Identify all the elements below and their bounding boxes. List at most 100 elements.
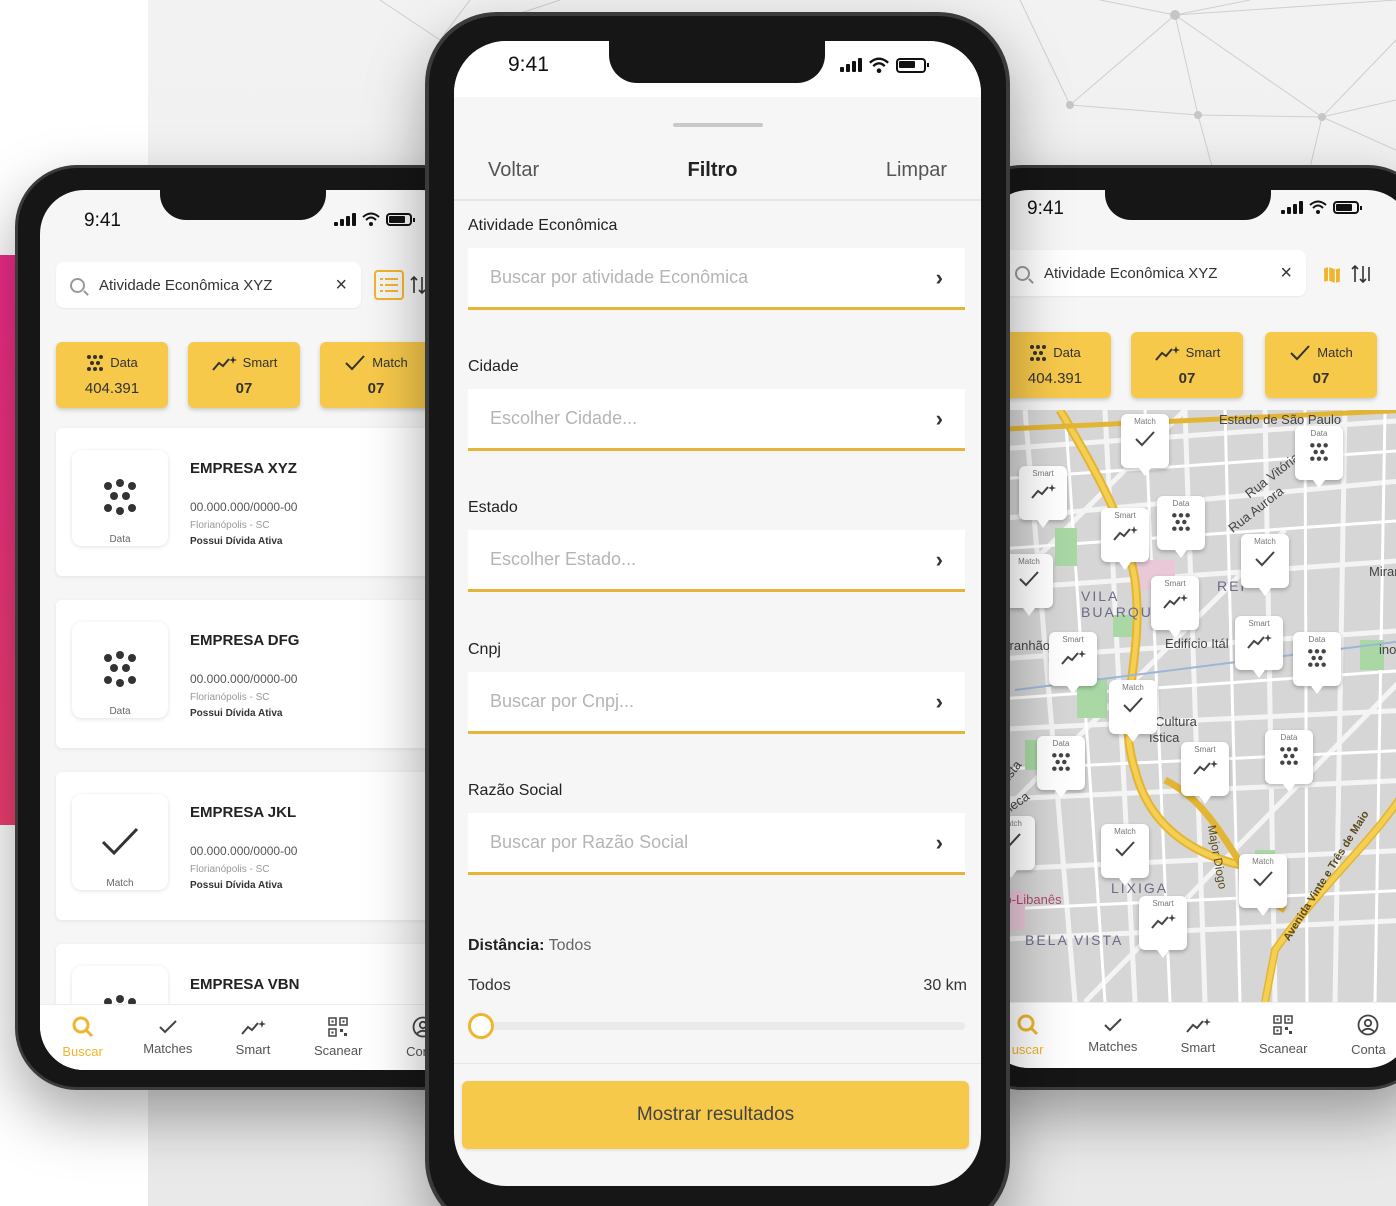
check-icon xyxy=(1255,551,1275,567)
nav-label: Smart xyxy=(1180,1040,1216,1055)
dots-icon xyxy=(1308,649,1326,667)
nav-label: Scanear xyxy=(314,1043,363,1058)
map-pin-match[interactable]: Match xyxy=(1241,534,1289,596)
clear-button[interactable]: Limpar xyxy=(886,159,947,182)
map-view[interactable]: Estado de São Paulo Rua Vitória Rua Auro… xyxy=(985,410,1396,1002)
map-pin-smart[interactable]: Smart xyxy=(1151,576,1199,638)
category-data[interactable]: Data 404.391 xyxy=(999,332,1111,398)
company-cnpj: 00.000.000/0000-00 xyxy=(190,844,298,858)
map-pin-smart[interactable]: Smart xyxy=(1235,616,1283,678)
wifi-icon xyxy=(1309,200,1327,214)
nav-smart[interactable]: Smart xyxy=(1155,1003,1240,1068)
company-name: EMPRESA JKL xyxy=(190,804,297,821)
distance-title: Distância: xyxy=(468,937,545,954)
category-label: Data xyxy=(110,355,138,370)
cnpj-placeholder: Buscar por Cnpj... xyxy=(490,691,635,711)
search-icon xyxy=(70,277,85,293)
company-card[interactable]: Data EMPRESA DFG 00.000.000/0000-00 Flor… xyxy=(56,600,456,748)
category-smart[interactable]: Smart 07 xyxy=(1131,332,1243,398)
nav-matches[interactable]: Matches xyxy=(125,1005,210,1070)
check-icon xyxy=(1115,841,1135,857)
bottom-nav: uscar Matches Smart Scanear Conta xyxy=(985,1002,1396,1068)
nav-conta[interactable]: Conta xyxy=(1326,1003,1396,1068)
dots-icon xyxy=(1280,747,1298,765)
map-pin-smart[interactable]: Smart xyxy=(1101,508,1149,570)
estado-field[interactable]: Escolher Estado... › xyxy=(468,530,965,592)
sparkle-chart-icon xyxy=(1186,1018,1211,1033)
distance-slider-knob[interactable] xyxy=(468,1013,494,1039)
check-icon xyxy=(1290,344,1311,360)
battery-icon xyxy=(1333,200,1362,214)
company-tag: Match xyxy=(106,878,134,889)
company-tag: Data xyxy=(109,706,131,717)
distance-label: Distância: Todos xyxy=(468,937,591,955)
nav-scanear[interactable]: Scanear xyxy=(1241,1003,1326,1068)
distance-value: Todos xyxy=(548,937,592,954)
atividade-placeholder: Buscar por atividade Econômica xyxy=(490,267,749,287)
nav-smart[interactable]: Smart xyxy=(210,1005,295,1070)
wifi-icon xyxy=(869,57,889,73)
field-label-razao-social: Razão Social xyxy=(468,782,563,799)
category-data[interactable]: Data 404.391 xyxy=(56,342,168,408)
sheet-handle[interactable] xyxy=(672,123,763,127)
map-label: BELA VISTA xyxy=(1025,932,1124,948)
search-bar[interactable]: Atividade Econômica XYZ × xyxy=(56,262,361,308)
map-pin-match[interactable]: Match xyxy=(1121,414,1169,476)
category-value: 07 xyxy=(367,379,385,397)
map-pin-data[interactable]: Data xyxy=(1265,730,1313,792)
sparkle-chart-icon xyxy=(1163,594,1188,609)
search-icon xyxy=(1015,265,1030,281)
notch xyxy=(609,41,825,83)
clear-search-icon[interactable]: × xyxy=(1280,262,1292,285)
company-card[interactable]: Match EMPRESA JKL 00.000.000/0000-00 Flo… xyxy=(56,772,456,920)
list-view-icon[interactable] xyxy=(374,270,404,300)
map-label: Estado de São Paulo xyxy=(1219,412,1342,427)
cidade-field[interactable]: Escolher Cidade... › xyxy=(468,389,965,451)
map-pin-smart[interactable]: Smart xyxy=(1019,466,1067,528)
map-pin-data[interactable]: Data xyxy=(1293,632,1341,694)
sparkle-chart-icon xyxy=(1113,526,1138,541)
map-pin-match[interactable]: Match xyxy=(1101,824,1149,886)
filter-header: Voltar Filtro Limpar xyxy=(454,145,981,195)
category-match[interactable]: Match 07 xyxy=(1265,332,1377,398)
battery-icon xyxy=(386,212,415,226)
sparkle-chart-icon xyxy=(1151,914,1176,929)
clear-search-icon[interactable]: × xyxy=(335,274,347,297)
category-value: 404.391 xyxy=(1027,369,1083,387)
dots-icon xyxy=(1030,344,1047,361)
wifi-icon xyxy=(362,212,380,226)
map-view-icon[interactable] xyxy=(1323,266,1341,284)
search-input[interactable]: Atividade Econômica XYZ xyxy=(99,277,335,294)
map-pin-smart[interactable]: Smart xyxy=(1139,896,1187,958)
nav-scanear[interactable]: Scanear xyxy=(296,1005,381,1070)
map-pin-match[interactable]: Match xyxy=(1239,854,1287,916)
map-pin-data[interactable]: Data xyxy=(1295,426,1343,488)
category-value: 404.391 xyxy=(84,379,140,397)
nav-matches[interactable]: Matches xyxy=(1070,1003,1155,1068)
map-pin-match[interactable]: Match xyxy=(1109,680,1157,742)
map-pin-match[interactable]: Match xyxy=(1005,554,1053,616)
check-icon xyxy=(345,354,366,370)
category-smart[interactable]: Smart 07 xyxy=(188,342,300,408)
search-input[interactable]: Atividade Econômica XYZ xyxy=(1044,265,1280,282)
company-name: EMPRESA DFG xyxy=(190,632,300,649)
sort-icon[interactable] xyxy=(1351,264,1373,284)
distance-slider-track[interactable] xyxy=(468,1022,965,1030)
map-pin-smart[interactable]: Smart xyxy=(1181,742,1229,804)
atividade-field[interactable]: Buscar por atividade Econômica › xyxy=(468,248,965,310)
nav-buscar[interactable]: Buscar xyxy=(40,1005,125,1070)
map-pin-smart[interactable]: Smart xyxy=(1049,632,1097,694)
map-label: ino A xyxy=(1379,642,1396,657)
map-pin-data[interactable]: Data xyxy=(1037,736,1085,798)
category-match[interactable]: Match 07 xyxy=(320,342,432,408)
range-max-label: 30 km xyxy=(923,977,967,994)
show-results-button[interactable]: Mostrar resultados xyxy=(462,1081,969,1149)
company-card[interactable]: Data EMPRESA XYZ 00.000.000/0000-00 Flor… xyxy=(56,428,456,576)
razao-social-field[interactable]: Buscar por Razão Social › xyxy=(468,813,965,875)
map-pin-data[interactable]: Data xyxy=(1157,496,1205,558)
back-button[interactable]: Voltar xyxy=(488,159,539,182)
search-bar[interactable]: Atividade Econômica XYZ × xyxy=(1001,250,1306,296)
company-city: Florianópolis - SC xyxy=(190,520,270,531)
left-phone: 9:41 Atividade Econômica XYZ × Data 404.… xyxy=(15,165,485,1090)
cnpj-field[interactable]: Buscar por Cnpj... › xyxy=(468,672,965,734)
